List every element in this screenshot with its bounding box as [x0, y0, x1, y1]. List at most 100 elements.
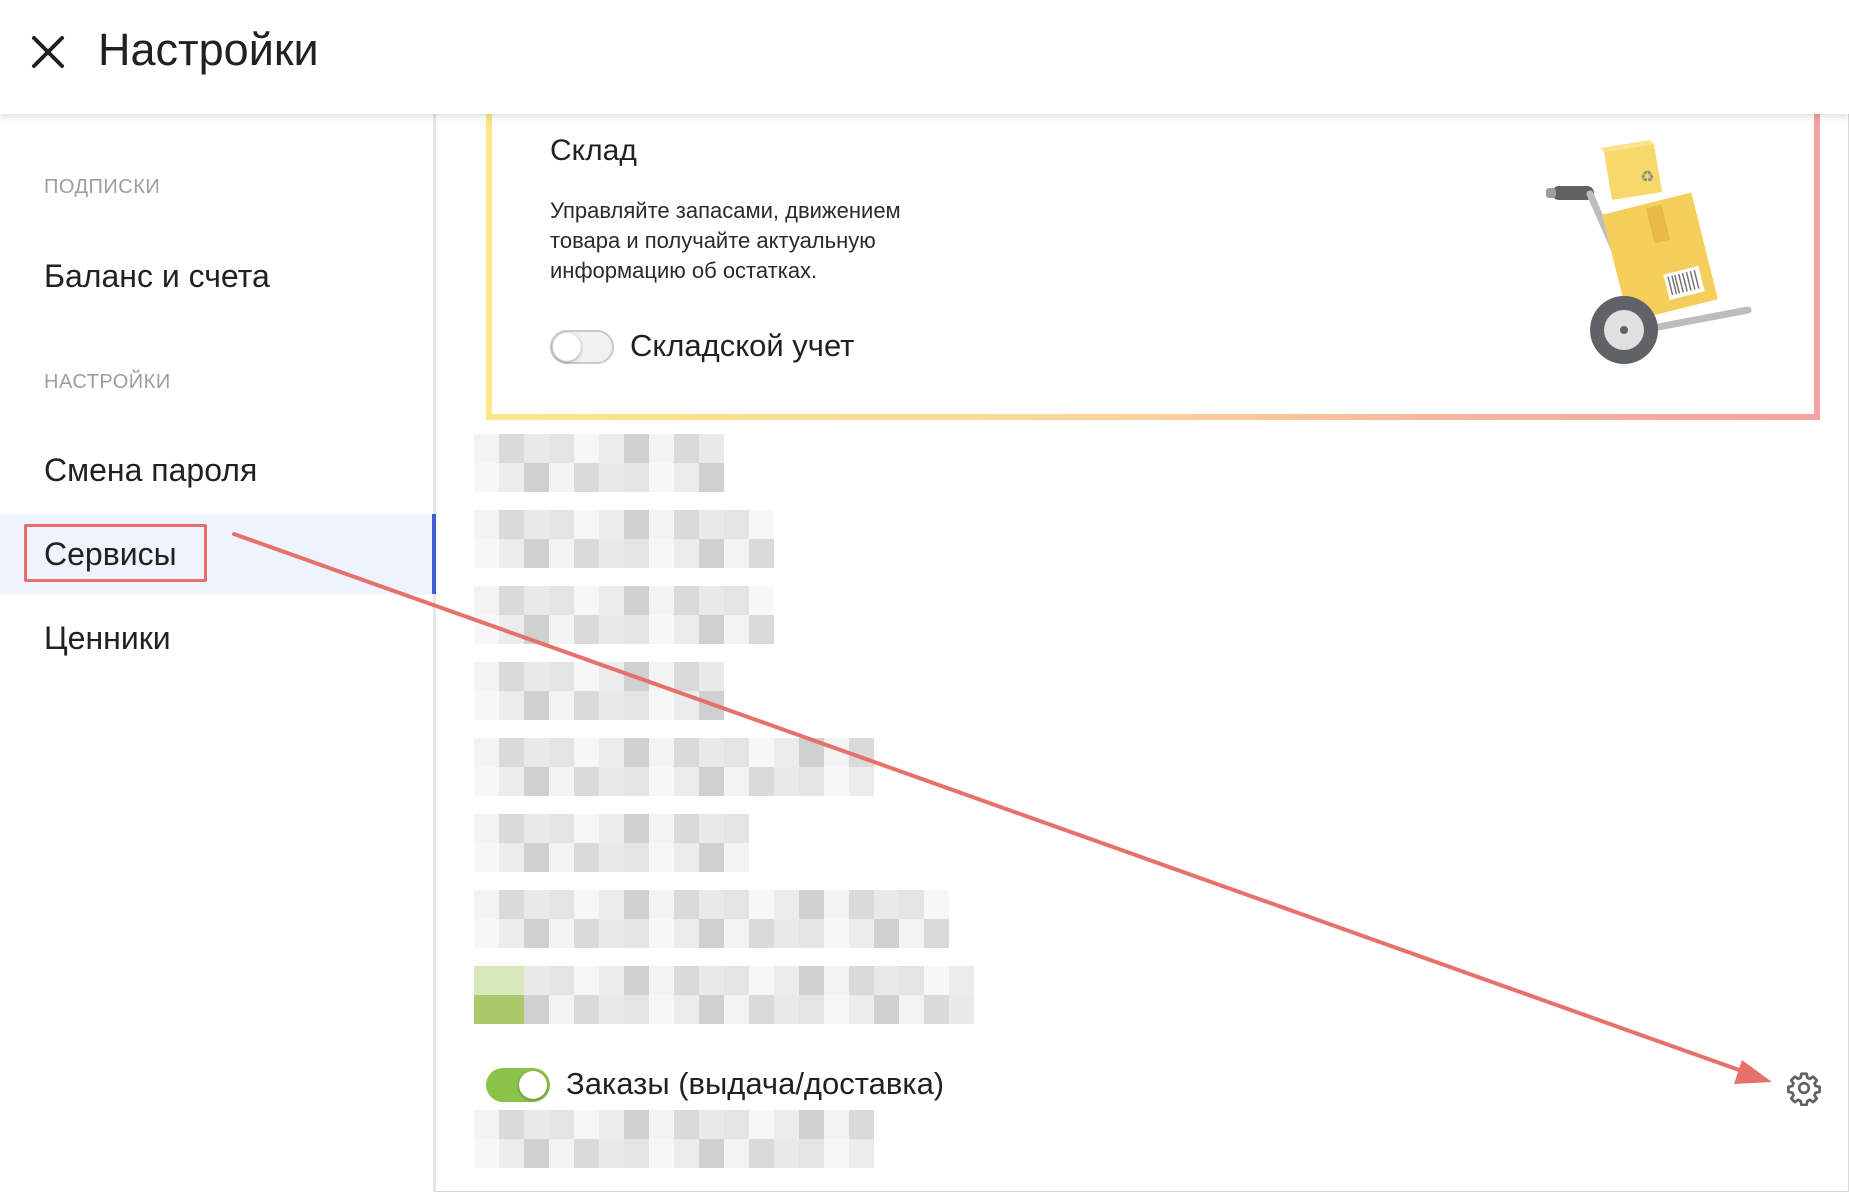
blur-cell: [624, 843, 649, 872]
blur-cell: [599, 767, 624, 796]
blur-cell: [724, 966, 749, 995]
blur-cell: [624, 890, 649, 919]
blur-cell: [749, 966, 774, 995]
blur-cell: [924, 919, 949, 948]
blur-cell: [474, 539, 499, 568]
blur-cell: [649, 539, 674, 568]
sidebar-item-password[interactable]: Смена пароля: [0, 430, 433, 510]
blur-cell: [674, 463, 699, 492]
blur-cell: [674, 843, 699, 872]
blur-cell: [474, 434, 499, 463]
blur-cell: [949, 995, 974, 1024]
blur-cell: [824, 738, 849, 767]
blur-cell: [474, 1110, 499, 1139]
blur-cell: [699, 1110, 724, 1139]
blur-cell: [549, 919, 574, 948]
blur-cell: [624, 615, 649, 644]
blur-cell: [624, 966, 649, 995]
blur-cell: [774, 966, 799, 995]
page-title: Настройки: [98, 24, 319, 75]
blur-cell: [699, 539, 724, 568]
blur-cell: [524, 890, 549, 919]
blur-cell: [574, 510, 599, 539]
blur-cell: [474, 966, 499, 995]
blur-cell: [749, 919, 774, 948]
close-button[interactable]: [26, 30, 70, 74]
blur-cell: [849, 995, 874, 1024]
blur-cell: [599, 843, 624, 872]
blur-cell: [849, 738, 874, 767]
blur-cell: [549, 691, 574, 720]
blur-cell: [874, 995, 899, 1024]
blur-cell: [649, 434, 674, 463]
blur-cell: [499, 539, 524, 568]
blur-cell: [824, 890, 849, 919]
blur-cell: [724, 767, 749, 796]
blur-cell: [574, 539, 599, 568]
blur-cell: [524, 691, 549, 720]
blur-cell: [724, 539, 749, 568]
blur-cell: [674, 814, 699, 843]
blur-cell: [874, 966, 899, 995]
orders-toggle[interactable]: [486, 1068, 550, 1102]
blur-cell: [624, 1110, 649, 1139]
warehouse-toggle[interactable]: [550, 330, 614, 364]
blur-cell: [574, 966, 599, 995]
warehouse-description: Управляйте запасами, движением товара и …: [550, 198, 901, 283]
blur-cell: [549, 814, 574, 843]
orders-settings-button[interactable]: [1786, 1070, 1822, 1107]
blur-cell: [499, 843, 524, 872]
blur-cell: [499, 890, 524, 919]
blur-cell: [549, 615, 574, 644]
blur-cell: [774, 767, 799, 796]
blur-cell: [599, 738, 624, 767]
blur-cell: [499, 738, 524, 767]
blur-cell: [924, 890, 949, 919]
blur-cell: [524, 843, 549, 872]
blur-cell: [524, 966, 549, 995]
blur-cell: [749, 1110, 774, 1139]
blur-cell: [699, 615, 724, 644]
blur-cell: [674, 890, 699, 919]
blur-cell: [474, 586, 499, 615]
blur-cell: [749, 890, 774, 919]
blur-cell: [724, 738, 749, 767]
warehouse-card: Склад Управляйте запасами, движением тов…: [486, 100, 1820, 420]
blur-cell: [549, 966, 574, 995]
blur-cell: [649, 615, 674, 644]
blur-cell: [599, 586, 624, 615]
blur-cell: [774, 890, 799, 919]
blur-cell: [574, 1139, 599, 1168]
blur-cell: [499, 1139, 524, 1168]
blur-cell: [499, 919, 524, 948]
blur-cell: [499, 814, 524, 843]
blur-cell: [774, 1110, 799, 1139]
blur-cell: [524, 539, 549, 568]
blur-cell: [599, 919, 624, 948]
blur-cell: [499, 434, 524, 463]
blur-cell: [574, 814, 599, 843]
blur-cell: [749, 995, 774, 1024]
blur-cell: [649, 662, 674, 691]
blur-cell: [899, 919, 924, 948]
blur-cell: [899, 995, 924, 1024]
blur-cell: [799, 919, 824, 948]
blur-cell: [724, 919, 749, 948]
blur-cell: [724, 510, 749, 539]
blur-cell: [599, 662, 624, 691]
blur-cell: [799, 995, 824, 1024]
header: Настройки: [0, 0, 1849, 114]
blur-cell: [574, 463, 599, 492]
blurred-row: [474, 434, 724, 492]
blur-cell: [649, 843, 674, 872]
blur-cell: [574, 662, 599, 691]
close-icon: [32, 36, 64, 68]
sidebar-item-balance[interactable]: Баланс и счета: [0, 236, 433, 316]
blur-cell: [524, 814, 549, 843]
sidebar-item-price-tags[interactable]: Ценники: [0, 598, 433, 678]
blur-cell: [574, 767, 599, 796]
blur-cell: [574, 586, 599, 615]
blur-cell: [774, 1139, 799, 1168]
blurred-row: [474, 814, 749, 872]
blur-cell: [724, 1110, 749, 1139]
